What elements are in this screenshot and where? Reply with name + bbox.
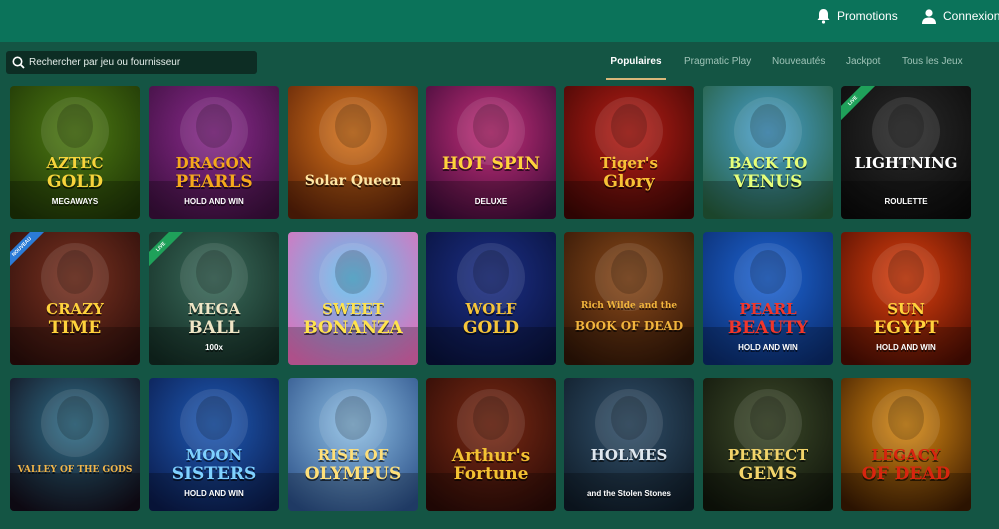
game-tile[interactable]: MEGA BALL 100x LIVE [149,232,279,365]
search-input[interactable]: Rechercher par jeu ou fournisseur [6,51,257,74]
game-title-t3: 100x [205,343,223,352]
game-artwork [10,378,140,511]
game-tile[interactable]: CRAZY TIME NOUVEAU [10,232,140,365]
game-tile[interactable]: MOON SISTERS HOLD AND WIN [149,378,279,511]
game-title-t1: WOLF [465,300,517,318]
game-title-t1: Arthur's [451,446,531,466]
search-placeholder: Rechercher par jeu ou fournisseur [29,57,181,68]
game-tile[interactable]: BACK TO VENUS [703,86,833,219]
game-title-t1: BACK TO [728,154,808,172]
game-tile[interactable]: RISE OF OLYMPUS [288,378,418,511]
game-tile[interactable]: PERFECT GEMS [703,378,833,511]
game-artwork [10,232,140,365]
game-title-t2: GOLD [462,318,520,338]
game-title-t1: SWEET [322,300,384,318]
game-title-t1: LIGHTNING [854,154,958,172]
game-artwork [841,378,971,511]
game-tile[interactable]: SUN EGYPT HOLD AND WIN [841,232,971,365]
game-tile[interactable]: DRAGON PEARLS HOLD AND WIN [149,86,279,219]
game-title-t2: Glory [603,172,655,192]
game-artwork [426,232,556,365]
game-title-t1: Tiger's [600,154,658,172]
tab-5[interactable]: Tous les Jeux [902,50,965,80]
bell-icon [817,9,830,24]
game-tile[interactable]: LIGHTNING ROULETTE LIVE [841,86,971,219]
game-title-t1: Rich Wilde and the [580,301,678,311]
game-tile[interactable]: VALLEY OF THE GODS [10,378,140,511]
top-bar: Promotions Connexion [0,0,999,42]
game-tile[interactable]: Rich Wilde and the BOOK OF DEAD [564,232,694,365]
tab-1[interactable]: Populaires [606,50,666,80]
game-tile[interactable]: WOLF GOLD [426,232,556,365]
game-title-t2: Solar Queen [304,173,402,189]
game-title-t3: HOLD AND WIN [738,343,798,352]
game-title-t3: HOLD AND WIN [184,197,244,206]
search-icon [12,56,25,69]
game-artwork [426,378,556,511]
game-title-t2: VALLEY OF THE GODS [17,465,133,475]
game-title-t2: PEARLS [175,172,253,192]
game-tile[interactable]: Arthur's Fortune [426,378,556,511]
game-title-t2: BOOK OF DEAD [574,319,684,333]
game-title-t1: CRAZY [46,300,104,318]
login-link[interactable]: Connexion [921,6,999,26]
game-title-t1: LEGACY [871,446,941,464]
game-title-t1: MEGA [187,300,241,318]
game-artwork [564,86,694,219]
tab-3[interactable]: Nouveautés [772,50,828,80]
game-title-t2: TIME [48,318,102,338]
game-title-t2: Fortune [453,464,529,484]
game-title-t2: BALL [188,318,240,338]
login-label: Connexion [943,9,999,23]
game-title-t3: ROULETTE [884,197,928,206]
tab-4[interactable]: Jackpot [846,50,884,80]
game-title-t1: MOON [185,446,243,464]
game-title-t2: OLYMPUS [304,464,402,484]
game-title-t2: GOLD [46,172,104,192]
game-title-t1: PERFECT [727,446,809,464]
game-tile[interactable]: PEARL BEAUTY HOLD AND WIN [703,232,833,365]
game-title-t1: HOT SPIN [442,154,540,174]
game-title-t3: HOLD AND WIN [184,489,244,498]
game-tile[interactable]: LEGACY OF DEAD [841,378,971,511]
game-artwork [564,232,694,365]
game-tile[interactable]: HOLMES and the Stolen Stones [564,378,694,511]
promotions-label: Promotions [837,9,898,23]
game-title-t1: SUN [887,300,925,318]
game-title-t3: HOLD AND WIN [876,343,936,352]
game-title-t3: MEGAWAYS [51,197,99,206]
game-tile[interactable]: SWEET BONANZA [288,232,418,365]
game-artwork [288,232,418,365]
game-title-t2: BONANZA [303,318,403,338]
game-title-t2: OF DEAD [861,464,951,484]
game-title-t2: VENUS [733,172,803,192]
game-title-t1: HOLMES [590,446,668,464]
game-title-t3: and the Stolen Stones [586,489,671,498]
game-tile[interactable]: Tiger's Glory [564,86,694,219]
promotions-link[interactable]: Promotions [816,6,898,26]
game-artwork [703,86,833,219]
game-title-t2: BEAUTY [727,318,809,338]
game-title-t1: PEARL [739,300,797,318]
game-tile[interactable]: HOT SPIN DELUXE [426,86,556,219]
game-title-t2: SISTERS [171,464,257,484]
game-tile[interactable]: Solar Queen [288,86,418,219]
tab-2[interactable]: Pragmatic Play [684,50,754,80]
game-tile[interactable]: AZTEC GOLD MEGAWAYS [10,86,140,219]
game-title-t2: EGYPT [873,318,939,338]
game-artwork [288,378,418,511]
game-title-t3: DELUXE [474,197,508,206]
game-title-t1: RISE OF [317,446,389,464]
game-title-t1: DRAGON [175,154,253,172]
game-title-t1: AZTEC [46,154,104,172]
game-artwork [703,378,833,511]
game-title-t2: GEMS [738,464,798,484]
game-artwork [288,86,418,219]
user-icon [922,9,936,24]
